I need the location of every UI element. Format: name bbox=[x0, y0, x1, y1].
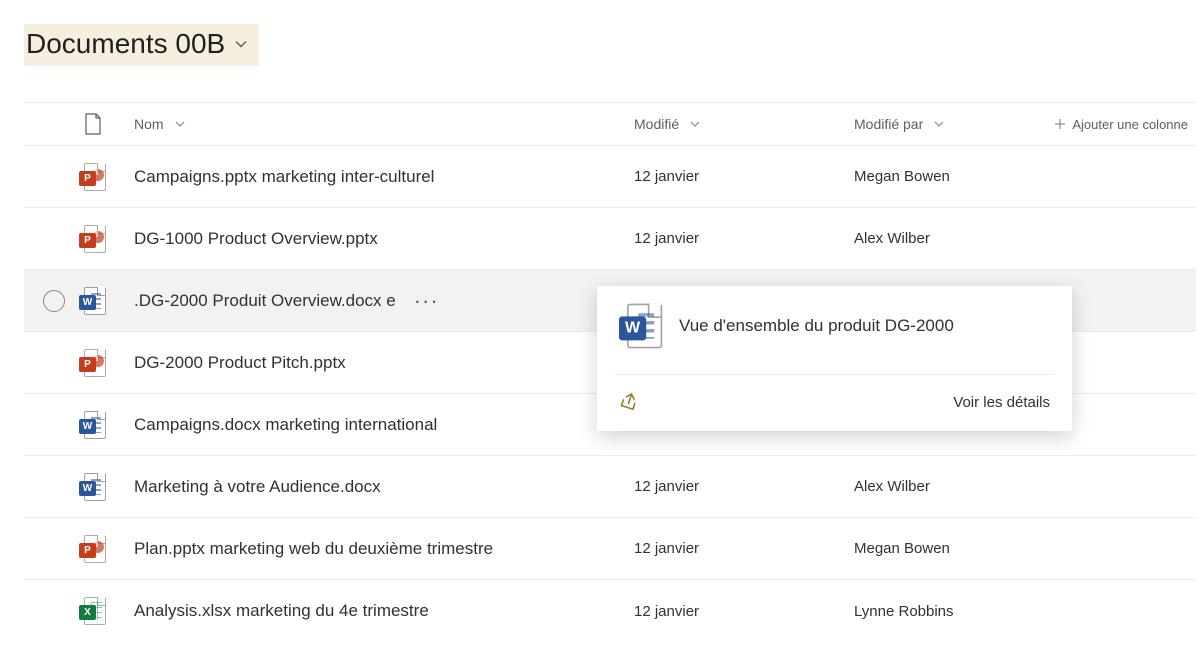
file-name[interactable]: DG-2000 Product Pitch.pptx bbox=[134, 353, 346, 373]
modified-by: Lynne Robbins bbox=[854, 603, 1054, 620]
see-details-link[interactable]: Voir les détails bbox=[953, 394, 1050, 411]
more-actions-button[interactable]: ··· bbox=[414, 290, 439, 312]
table-row[interactable]: Analysis.xlsx marketing du 4e trimestre … bbox=[24, 580, 1196, 642]
file-hover-card: Vue d'ensemble du produit DG-2000 Voir l… bbox=[597, 286, 1072, 431]
modified-column-header[interactable]: Modifié bbox=[634, 116, 854, 132]
file-type-column-header[interactable] bbox=[84, 113, 134, 135]
powerpoint-icon bbox=[84, 349, 106, 377]
word-icon bbox=[84, 473, 106, 501]
modified-by: Alex Wilber bbox=[854, 230, 1054, 247]
column-header-row: Nom Modifié Modifié par Ajouter une colo… bbox=[24, 102, 1196, 146]
file-name[interactable]: .DG-2000 Produit Overview.docx e bbox=[134, 291, 396, 311]
chevron-down-icon bbox=[174, 118, 186, 130]
word-icon bbox=[84, 411, 106, 439]
powerpoint-icon bbox=[84, 225, 106, 253]
modified-by: Megan Bowen bbox=[854, 168, 1054, 185]
chevron-down-icon bbox=[933, 118, 945, 130]
share-button[interactable] bbox=[619, 391, 641, 413]
modified-date: 12 janvier bbox=[634, 168, 854, 185]
modifiedby-column-header[interactable]: Modifié par bbox=[854, 116, 1054, 132]
file-name[interactable]: DG-1000 Product Overview.pptx bbox=[134, 229, 378, 249]
select-circle[interactable] bbox=[43, 290, 65, 312]
library-title: Documents 00B bbox=[26, 28, 225, 60]
modified-date: 12 janvier bbox=[634, 603, 854, 620]
chevron-down-icon bbox=[689, 118, 701, 130]
powerpoint-icon bbox=[84, 535, 106, 563]
file-name[interactable]: Analysis.xlsx marketing du 4e trimestre bbox=[134, 601, 429, 621]
modified-by: Megan Bowen bbox=[854, 540, 1054, 557]
library-title-dropdown[interactable]: Documents 00B bbox=[24, 24, 259, 66]
table-row[interactable]: Plan.pptx marketing web du deuxième trim… bbox=[24, 518, 1196, 580]
add-column-button[interactable]: Ajouter une colonne bbox=[1054, 117, 1196, 132]
file-name[interactable]: Campaigns.docx marketing international bbox=[134, 415, 437, 435]
plus-icon bbox=[1054, 118, 1066, 130]
hover-card-title: Vue d'ensemble du produit DG-2000 bbox=[679, 316, 954, 336]
word-icon bbox=[84, 287, 106, 315]
excel-icon bbox=[84, 597, 106, 625]
word-icon bbox=[621, 312, 649, 340]
modified-date: 12 janvier bbox=[634, 540, 854, 557]
modified-by: Alex Wilber bbox=[854, 478, 1054, 495]
file-name[interactable]: Campaigns.pptx marketing inter-culturel bbox=[134, 167, 434, 187]
modified-date: 12 janvier bbox=[634, 230, 854, 247]
name-column-header[interactable]: Nom bbox=[134, 116, 634, 132]
table-row[interactable]: Campaigns.pptx marketing inter-culturel … bbox=[24, 146, 1196, 208]
table-row[interactable]: Marketing à votre Audience.docx 12 janvi… bbox=[24, 456, 1196, 518]
chevron-down-icon bbox=[233, 36, 249, 52]
file-name[interactable]: Marketing à votre Audience.docx bbox=[134, 477, 381, 497]
table-row[interactable]: DG-1000 Product Overview.pptx 12 janvier… bbox=[24, 208, 1196, 270]
file-name[interactable]: Plan.pptx marketing web du deuxième trim… bbox=[134, 539, 493, 559]
modified-date: 12 janvier bbox=[634, 478, 854, 495]
powerpoint-icon bbox=[84, 163, 106, 191]
